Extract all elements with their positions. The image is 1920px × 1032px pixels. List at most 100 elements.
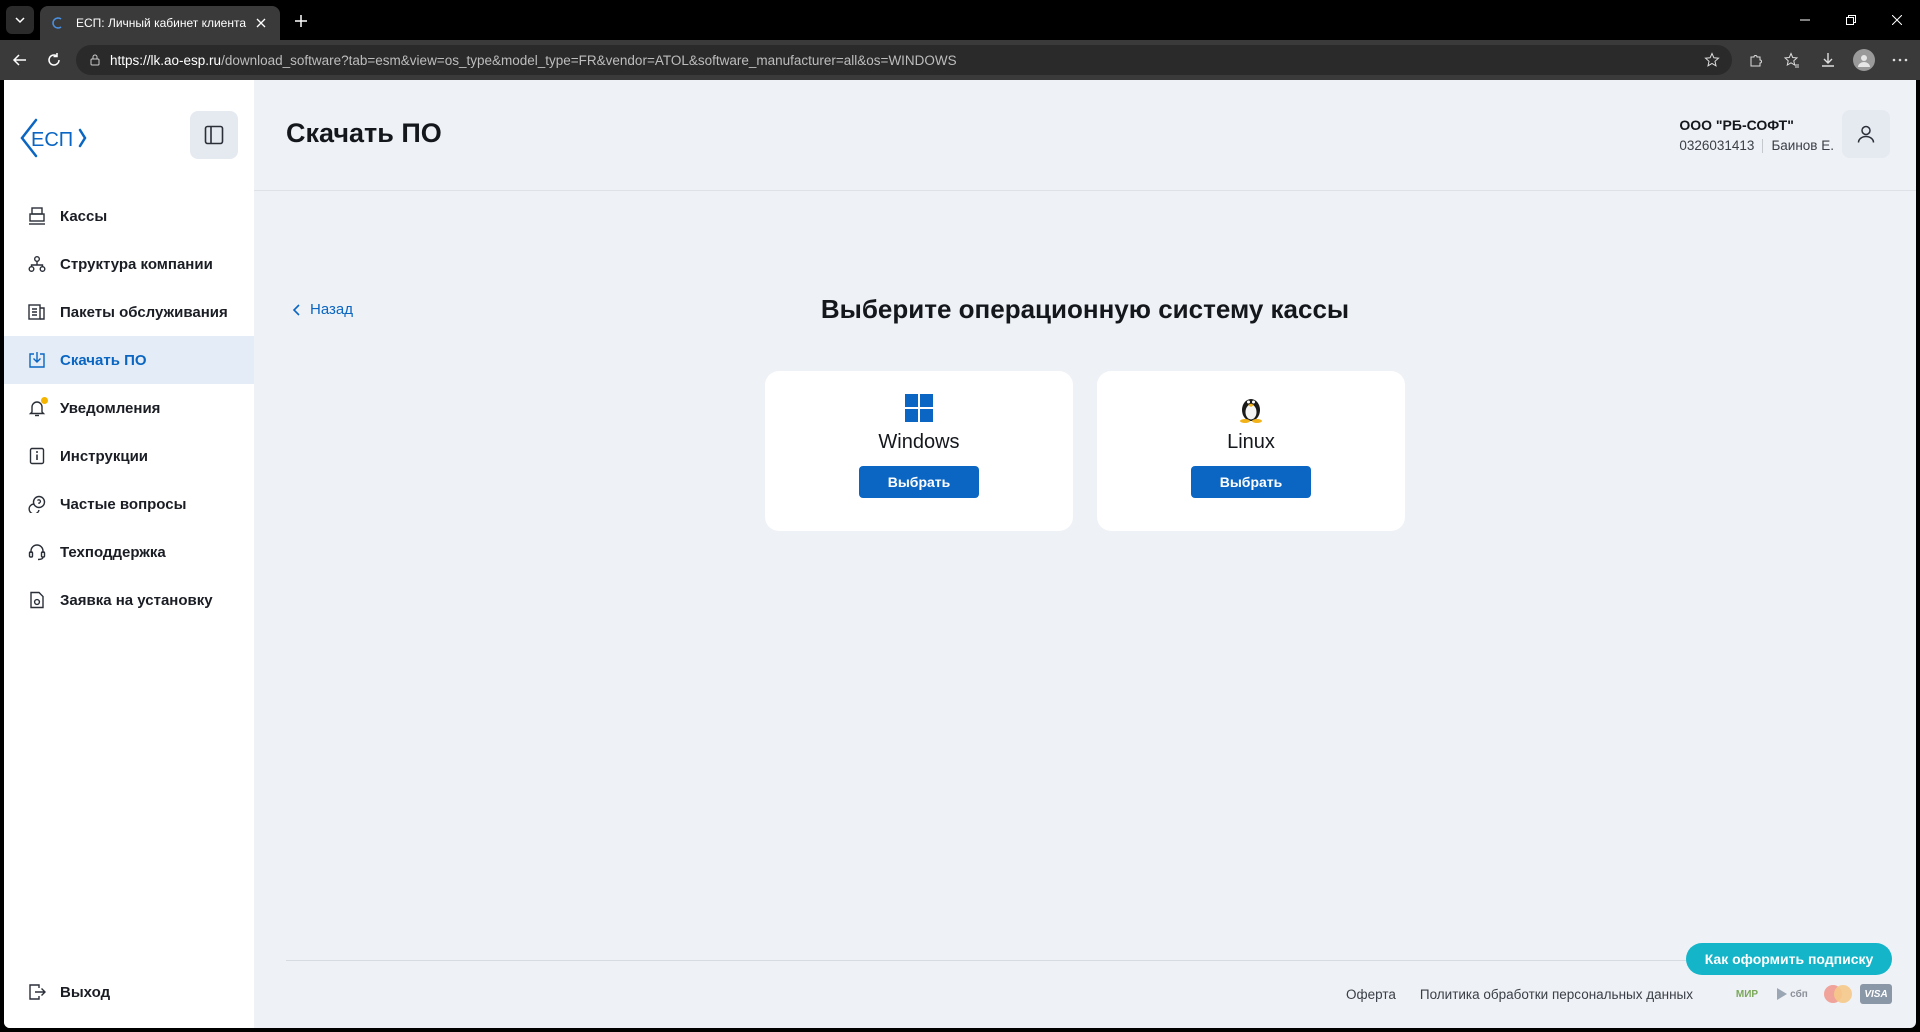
user-name: Баинов Е. xyxy=(1771,138,1834,153)
restore-button[interactable] xyxy=(1828,0,1874,40)
tab-title: ЕСП: Личный кабинет клиента xyxy=(76,16,247,30)
company-meta: 0326031413 Баинов Е. xyxy=(1679,138,1834,153)
sidebar-item-label: Заявка на установку xyxy=(60,591,213,609)
sidebar-item-label: Скачать ПО xyxy=(60,351,147,369)
sidebar-item-company-structure[interactable]: Структура компании xyxy=(4,240,254,288)
page-title: Скачать ПО xyxy=(286,118,442,148)
subscription-help-button[interactable]: Как оформить подписку xyxy=(1686,943,1892,975)
arrow-left-icon xyxy=(12,54,26,66)
new-tab-button[interactable] xyxy=(288,8,314,34)
sidebar-item-notifications[interactable]: Уведомления xyxy=(4,384,254,432)
close-window-button[interactable] xyxy=(1874,0,1920,40)
main-content: Скачать ПО ООО "РБ-СОФТ" 0326031413 Баин… xyxy=(254,80,1916,1028)
browser-toolbar xyxy=(1744,48,1912,72)
footer-divider xyxy=(286,960,1890,961)
tab-list-button[interactable] xyxy=(6,6,34,34)
payment-methods: МИР сбп VISA xyxy=(1732,984,1892,1004)
sidebar-item-download-software[interactable]: Скачать ПО xyxy=(4,336,254,384)
footer-links: Оферта Политика обработки персональных д… xyxy=(1346,987,1693,1002)
sidebar-item-label: Инструкции xyxy=(60,447,149,465)
sidebar-item-support[interactable]: Техподдержка xyxy=(4,528,254,576)
sidebar-toggle-icon xyxy=(204,125,224,145)
browser-tab-bar: ЕСП: Личный кабинет клиента xyxy=(0,0,1920,40)
minimize-button[interactable] xyxy=(1782,0,1828,40)
restore-icon xyxy=(1846,15,1856,25)
sbp-logo-icon: сбп xyxy=(1770,984,1814,1004)
meta-divider xyxy=(1762,138,1764,153)
sidebar-collapse-button[interactable] xyxy=(190,111,238,159)
back-nav-button[interactable] xyxy=(8,48,32,72)
company-inn: 0326031413 xyxy=(1679,138,1755,153)
url-field[interactable]: https://lk.ao-esp.ru/download_software?t… xyxy=(76,45,1732,75)
profile-button[interactable] xyxy=(1852,48,1876,72)
extensions-button[interactable] xyxy=(1744,48,1768,72)
visa-logo-icon: VISA xyxy=(1860,984,1892,1004)
logo[interactable]: ЕСП xyxy=(18,116,90,160)
info-icon xyxy=(26,445,48,467)
company-name: ООО "РБ-СОФТ" xyxy=(1679,117,1794,133)
site-info-icon xyxy=(90,54,100,66)
linux-tux-icon xyxy=(1236,393,1266,423)
sidebar-item-faq[interactable]: Частые вопросы xyxy=(4,480,254,528)
sidebar-item-install-request[interactable]: Заявка на установку xyxy=(4,576,254,624)
sidebar-nav: Кассы Структура компании Пакеты обслужив… xyxy=(4,192,254,624)
sidebar-item-registers[interactable]: Кассы xyxy=(4,192,254,240)
close-icon[interactable] xyxy=(252,14,270,32)
select-windows-button[interactable]: Выбрать xyxy=(859,466,979,498)
logout-button[interactable]: Выход xyxy=(4,968,254,1016)
sidebar-item-label: Структура компании xyxy=(60,255,213,273)
window-controls xyxy=(1782,0,1920,40)
favorites-button[interactable] xyxy=(1780,48,1804,72)
minimize-icon xyxy=(1800,19,1810,21)
sidebar-item-packages[interactable]: Пакеты обслуживания xyxy=(4,288,254,336)
browser-tab[interactable]: ЕСП: Личный кабинет клиента xyxy=(40,6,280,40)
favorites-icon xyxy=(1784,52,1799,68)
select-linux-button[interactable]: Выбрать xyxy=(1191,466,1311,498)
faq-icon xyxy=(26,493,48,515)
sidebar-item-label: Техподдержка xyxy=(60,543,166,561)
sidebar-item-label: Кассы xyxy=(60,207,108,225)
logout: Выход xyxy=(4,968,254,1016)
more-menu-button[interactable] xyxy=(1888,48,1912,72)
privacy-policy-link[interactable]: Политика обработки персональных данных xyxy=(1420,987,1693,1002)
mastercard-logo-icon xyxy=(1822,984,1852,1004)
structure-icon xyxy=(26,253,48,275)
company-info: ООО "РБ-СОФТ" 0326031413 Баинов Е. xyxy=(1679,117,1834,153)
os-card-windows: Windows Выбрать xyxy=(765,371,1073,531)
more-icon xyxy=(1892,58,1908,62)
notification-dot xyxy=(41,397,48,404)
puzzle-icon xyxy=(1750,55,1762,67)
section-title: Выберите операционную систему кассы xyxy=(820,294,1350,324)
windows-icon xyxy=(904,393,934,423)
browser-address-bar: https://lk.ao-esp.ru/download_software?t… xyxy=(0,40,1920,80)
close-icon xyxy=(1892,15,1902,25)
favicon-icon xyxy=(50,15,66,31)
user-icon xyxy=(1857,125,1875,143)
profile-avatar-icon xyxy=(1853,49,1875,71)
register-icon xyxy=(26,205,48,227)
reload-icon xyxy=(48,53,60,66)
user-menu-button[interactable] xyxy=(1842,110,1890,158)
download-icon xyxy=(1822,53,1834,67)
request-icon xyxy=(26,589,48,611)
plus-icon xyxy=(295,15,307,27)
offer-link[interactable]: Оферта xyxy=(1346,987,1396,1002)
sidebar-item-label: Уведомления xyxy=(60,399,161,417)
headset-icon xyxy=(26,541,48,563)
logout-icon xyxy=(26,981,48,1003)
downloads-button[interactable] xyxy=(1816,48,1840,72)
chevron-down-icon xyxy=(15,17,25,24)
bell-icon xyxy=(26,397,48,419)
star-icon[interactable] xyxy=(1704,52,1720,68)
os-name: Windows xyxy=(878,431,960,453)
sidebar-item-label: Частые вопросы xyxy=(60,495,187,513)
sidebar-item-instructions[interactable]: Инструкции xyxy=(4,432,254,480)
packages-icon xyxy=(26,301,48,323)
reload-button[interactable] xyxy=(42,48,66,72)
logout-label: Выход xyxy=(60,983,111,1001)
page: ЕСП Кассы Структура компании Пакеты обсл… xyxy=(4,80,1916,1028)
svg-text:ЕСП: ЕСП xyxy=(31,129,73,151)
sidebar-item-label: Пакеты обслуживания xyxy=(60,303,228,321)
url-text: https://lk.ao-esp.ru/download_software?t… xyxy=(110,52,957,68)
sidebar: ЕСП Кассы Структура компании Пакеты обсл… xyxy=(4,80,254,1028)
